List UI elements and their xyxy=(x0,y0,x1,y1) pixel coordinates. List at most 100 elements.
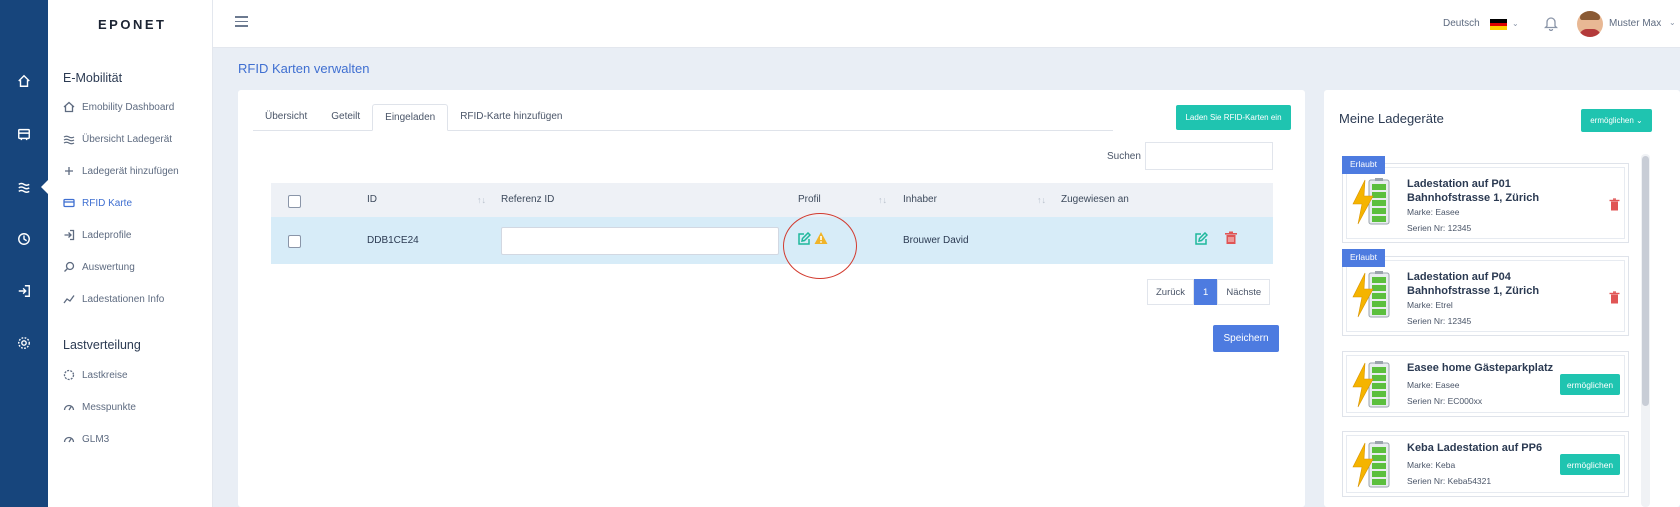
trash-icon[interactable] xyxy=(1609,291,1620,304)
column-header-id[interactable]: ID xyxy=(367,194,377,205)
pagination-page-1[interactable]: 1 xyxy=(1194,279,1218,305)
enable-dropdown-button[interactable]: ermöglichen ⌄ xyxy=(1581,109,1652,132)
charger-serial: Serien Nr: EC000xx xyxy=(1407,396,1483,406)
charger-brand: Marke: Etrel xyxy=(1407,300,1453,310)
select-all-checkbox[interactable] xyxy=(288,195,301,208)
charger-title: Ladestation auf P01 Bahnhofstrasse 1, Zü… xyxy=(1407,178,1540,204)
table-header: ID ↑↓ Referenz ID Profil ↑↓ Inhaber ↑↓ Z… xyxy=(271,183,1273,217)
status-badge: Erlaubt xyxy=(1342,249,1385,267)
charger-title: Keba Ladestation auf PP6 xyxy=(1407,442,1543,454)
search-input[interactable] xyxy=(1145,142,1273,170)
gauge-icon xyxy=(63,436,75,443)
tab-rfid-karte-hinzufuegen[interactable]: RFID-Karte hinzufügen xyxy=(448,104,574,131)
sort-icon[interactable]: ↑↓ xyxy=(477,195,486,205)
pagination-next-button[interactable]: Nächste xyxy=(1217,279,1271,305)
top-bar: Deutsch ⌄ Muster Max ⌄ xyxy=(213,0,1680,48)
charger-serial: Serien Nr: 12345 xyxy=(1407,223,1472,233)
chevron-down-icon: ⌄ xyxy=(1636,116,1643,125)
row-checkbox[interactable] xyxy=(288,235,301,248)
charger-card[interactable]: Erlaubt Ladestation auf P01 Bahnhofstras… xyxy=(1342,156,1629,243)
enable-charger-button[interactable]: ermöglichen xyxy=(1560,374,1620,395)
rail-home-icon[interactable] xyxy=(0,66,48,96)
column-header-inhaber[interactable]: Inhaber xyxy=(903,194,937,205)
charger-card[interactable]: Easee home Gästeparkplatz Marke: Easee S… xyxy=(1342,351,1629,417)
tab-uebersicht[interactable]: Übersicht xyxy=(253,104,319,131)
card-icon xyxy=(63,198,75,208)
search-icon xyxy=(64,261,75,272)
sidebar-item-ladeprofile[interactable]: Ladeprofile xyxy=(63,226,131,244)
save-button[interactable]: Speichern xyxy=(1213,325,1279,352)
charging-battery-icon xyxy=(1352,271,1390,318)
load-rfid-cards-button[interactable]: Laden Sie RFID-Karten ein xyxy=(1176,105,1291,130)
sort-icon[interactable]: ↑↓ xyxy=(878,195,887,205)
column-header-referenz-id[interactable]: Referenz ID xyxy=(501,194,554,205)
sidebar: EPONET E-Mobilität Emobility Dashboard Ü… xyxy=(48,0,213,507)
chargers-panel-title: Meine Ladegeräte xyxy=(1339,111,1444,126)
icon-rail xyxy=(0,0,48,507)
charger-brand: Marke: Easee xyxy=(1407,207,1460,217)
charger-serial: Serien Nr: 12345 xyxy=(1407,316,1472,326)
charger-brand: Marke: Easee xyxy=(1407,380,1460,390)
pagination-prev-button[interactable]: Zurück xyxy=(1147,279,1195,305)
sidebar-item-ladegeraet-hinzufuegen[interactable]: Ladegerät hinzufügen xyxy=(63,162,179,180)
home-icon xyxy=(63,101,75,113)
search-label: Suchen xyxy=(1107,151,1141,162)
chevron-down-icon[interactable]: ⌄ xyxy=(1669,18,1676,27)
edit-icon[interactable] xyxy=(1194,232,1208,246)
charging-battery-icon xyxy=(1352,441,1390,488)
chevron-down-icon[interactable]: ⌄ xyxy=(1512,19,1519,28)
eponet-logo: EPONET xyxy=(98,17,167,32)
rail-settings-icon[interactable] xyxy=(0,328,48,358)
column-header-zugewiesen-an[interactable]: Zugewiesen an xyxy=(1061,194,1129,205)
charger-card[interactable]: Keba Ladestation auf PP6 Marke: Keba Ser… xyxy=(1342,431,1629,497)
column-header-profil[interactable]: Profil xyxy=(798,194,821,205)
sidebar-item-rfid-karte[interactable]: RFID Karte xyxy=(63,194,132,212)
panel-scrollbar[interactable] xyxy=(1641,154,1650,507)
rail-login-icon[interactable] xyxy=(0,276,48,306)
sidebar-section-emobility: E-Mobilität xyxy=(63,71,123,85)
sidebar-item-lastkreise[interactable]: Lastkreise xyxy=(63,366,128,384)
rail-clock-icon[interactable] xyxy=(0,224,48,254)
menu-icon[interactable] xyxy=(235,16,248,27)
waves-icon xyxy=(63,135,75,145)
enable-charger-button[interactable]: ermöglichen xyxy=(1560,454,1620,475)
sidebar-item-uebersicht-ladegeraet[interactable]: Übersicht Ladegerät xyxy=(63,130,172,148)
charger-serial: Serien Nr: Keba54321 xyxy=(1407,476,1492,486)
sidebar-item-auswertung[interactable]: Auswertung xyxy=(63,258,135,276)
charger-title: Easee home Gästeparkplatz xyxy=(1407,362,1554,374)
circle-icon xyxy=(63,369,75,381)
sidebar-item-emobility-dashboard[interactable]: Emobility Dashboard xyxy=(63,98,174,116)
page-title: RFID Karten verwalten xyxy=(238,61,370,76)
plus-icon xyxy=(65,167,73,175)
trash-icon[interactable] xyxy=(1224,231,1238,245)
sort-icon[interactable]: ↑↓ xyxy=(1037,195,1046,205)
status-badge: Erlaubt xyxy=(1342,156,1385,174)
rail-active-indicator xyxy=(41,180,48,194)
highlight-annotation-circle xyxy=(783,213,857,279)
language-selector[interactable]: Deutsch xyxy=(1443,18,1480,29)
trash-icon[interactable] xyxy=(1609,198,1620,211)
charger-brand: Marke: Keba xyxy=(1407,460,1456,470)
gauge-icon xyxy=(63,404,75,411)
flag-de-icon[interactable] xyxy=(1490,19,1507,30)
rail-station-icon[interactable] xyxy=(0,119,48,149)
sidebar-section-lastverteilung: Lastverteilung xyxy=(63,338,141,352)
sidebar-item-ladestationen-info[interactable]: Ladestationen Info xyxy=(63,290,164,308)
avatar[interactable] xyxy=(1577,11,1603,37)
sidebar-item-messpunkte[interactable]: Messpunkte xyxy=(63,398,136,416)
cell-id: DDB1CE24 xyxy=(367,235,419,246)
bell-icon[interactable] xyxy=(1544,15,1558,31)
charger-title: Ladestation auf P04 Bahnhofstrasse 1, Zü… xyxy=(1407,271,1540,297)
chart-icon xyxy=(63,295,75,304)
tab-eingeladen[interactable]: Eingeladen xyxy=(372,104,449,131)
cell-inhaber: Brouwer David xyxy=(903,235,969,246)
charging-battery-icon xyxy=(1352,361,1390,408)
tab-bar: Übersicht Geteilt Eingeladen RFID-Karte … xyxy=(253,104,1113,131)
referenz-id-input[interactable] xyxy=(501,227,779,255)
login-icon xyxy=(64,229,75,241)
charging-battery-icon xyxy=(1352,178,1390,225)
charger-card[interactable]: Erlaubt Ladestation auf P04 Bahnhofstras… xyxy=(1342,249,1629,336)
user-name[interactable]: Muster Max xyxy=(1609,18,1661,29)
sidebar-item-glm3[interactable]: GLM3 xyxy=(63,430,109,448)
tab-geteilt[interactable]: Geteilt xyxy=(319,104,372,131)
